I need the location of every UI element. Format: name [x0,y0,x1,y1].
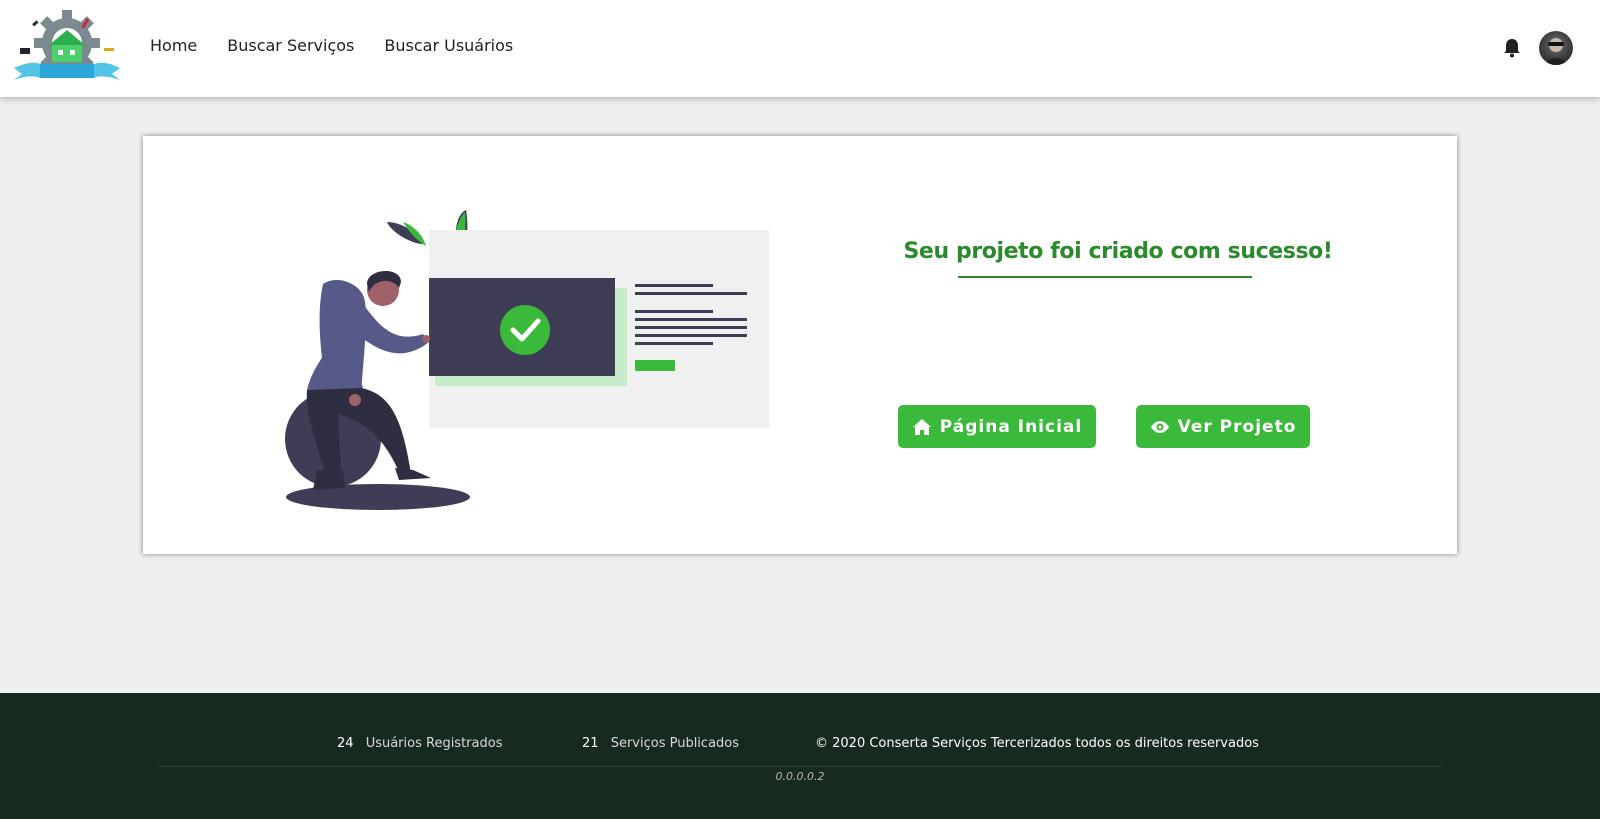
stat-users: 24 Usuários Registrados [337,736,502,751]
version-text: 0.0.0.0.2 [775,770,825,783]
services-count: 21 [582,736,599,751]
users-label: Usuários Registrados [365,736,503,751]
footer-divider [158,766,1442,767]
users-count: 24 [337,736,354,751]
user-avatar[interactable] [1539,31,1573,65]
eye-icon [1150,420,1170,434]
success-card: Seu projeto foi criado com sucesso! Pági… [143,136,1457,554]
bell-icon[interactable] [1503,38,1521,58]
success-title: Seu projeto foi criado com sucesso! [903,239,1333,264]
nav-buscar-servicos[interactable]: Buscar Serviços [227,36,354,55]
pagina-inicial-label: Página Inicial [939,416,1083,437]
home-icon [912,418,932,436]
ver-projeto-label: Ver Projeto [1177,416,1297,437]
conserta-logo[interactable] [12,8,122,86]
services-label: Serviços Publicados [610,736,740,751]
stat-services: 21 Serviços Publicados [582,736,739,751]
footer: 24 Usuários Registrados 21 Serviços Publ… [0,693,1600,819]
main-nav: Home Buscar Serviços Buscar Usuários [150,36,513,55]
title-underline [958,276,1252,278]
nav-home[interactable]: Home [150,36,197,55]
top-navbar: Home Buscar Serviços Buscar Usuários [0,0,1600,97]
copyright-text: © 2020 Conserta Serviços Tercerizados to… [815,736,1259,751]
nav-buscar-usuarios[interactable]: Buscar Usuários [384,36,513,55]
ver-projeto-button[interactable]: Ver Projeto [1136,405,1310,448]
success-illustration [283,174,783,514]
pagina-inicial-button[interactable]: Página Inicial [898,405,1096,448]
checkmark-icon [500,305,550,355]
